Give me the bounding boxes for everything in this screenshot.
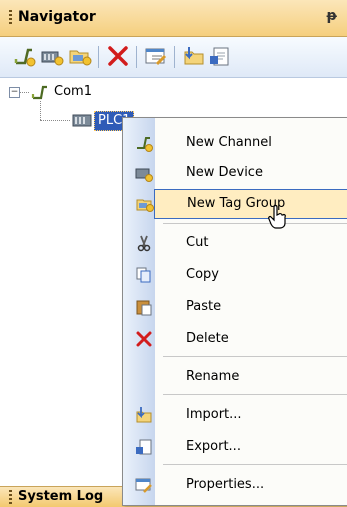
- menu-separator: [163, 394, 347, 395]
- menu-separator: [163, 464, 347, 465]
- menu-item-export[interactable]: Export...: [123, 432, 347, 462]
- menu-item-label: Export...: [186, 439, 241, 454]
- menu-item-new-channel[interactable]: New Channel: [123, 128, 347, 158]
- delete-icon[interactable]: [106, 44, 130, 68]
- new-tag-group-icon: [136, 199, 154, 212]
- toolbar-separator: [174, 46, 175, 68]
- menu-item-import[interactable]: Import...: [123, 400, 347, 430]
- new-channel-icon: [137, 137, 153, 152]
- panel-title: Navigator: [18, 9, 96, 25]
- import-icon[interactable]: [182, 44, 206, 68]
- tree-line: [20, 92, 29, 93]
- drag-grip[interactable]: [9, 490, 12, 504]
- menu-item-copy[interactable]: Copy: [123, 260, 347, 290]
- menu-item-paste[interactable]: Paste: [123, 292, 347, 322]
- tree-node-channel[interactable]: Com1: [54, 84, 92, 99]
- menu-item-cut[interactable]: Cut: [123, 228, 347, 258]
- collapse-toggle[interactable]: −: [9, 87, 20, 98]
- device-icon: [72, 114, 92, 127]
- menu-item-new-tag-group[interactable]: New Tag Group: [136, 189, 347, 219]
- export-icon[interactable]: [208, 44, 232, 68]
- new-tag-group-icon[interactable]: [68, 44, 92, 68]
- copy-icon: [136, 267, 151, 283]
- menu-item-label: Cut: [186, 235, 209, 250]
- cut-icon: [137, 235, 151, 252]
- menu-item-rename[interactable]: Rename: [123, 362, 347, 392]
- system-log-title: System Log: [18, 489, 104, 504]
- menu-item-label: Paste: [186, 299, 222, 314]
- navigator-header: Navigator ᵽ: [0, 0, 347, 37]
- menu-item-properties[interactable]: Properties...: [123, 470, 347, 500]
- menu-item-label: Import...: [186, 407, 242, 422]
- context-menu: New Channel New Device New Tag Group Cut…: [122, 117, 347, 506]
- pin-icon[interactable]: ᵽ: [327, 8, 337, 24]
- delete-icon: [136, 331, 152, 347]
- new-device-icon: [135, 168, 153, 182]
- toolbar: [0, 37, 347, 78]
- menu-item-label: Copy: [186, 267, 219, 282]
- new-channel-icon[interactable]: [12, 44, 36, 68]
- navigator-panel: Navigator ᵽ − Com1 PLC1 System Log New C…: [0, 0, 347, 507]
- toolbar-separator: [136, 46, 137, 68]
- channel-icon: [31, 85, 47, 100]
- drag-grip[interactable]: [9, 10, 12, 26]
- menu-item-label: New Device: [186, 165, 263, 180]
- menu-item-new-device[interactable]: New Device: [123, 158, 347, 188]
- menu-item-delete[interactable]: Delete: [123, 324, 347, 354]
- menu-item-label: Delete: [186, 331, 229, 346]
- hand-cursor-icon: [268, 205, 286, 229]
- tree-line: [40, 101, 41, 120]
- new-device-icon[interactable]: [40, 44, 64, 68]
- menu-separator: [163, 223, 347, 224]
- paste-icon: [136, 300, 152, 316]
- import-icon: [136, 407, 152, 423]
- tree-line: [40, 120, 70, 121]
- menu-separator: [163, 356, 347, 357]
- export-icon: [136, 439, 152, 455]
- menu-item-label: Properties...: [186, 477, 265, 492]
- properties-icon[interactable]: [144, 44, 168, 68]
- menu-item-label: Rename: [186, 369, 240, 384]
- toolbar-separator: [98, 46, 99, 68]
- menu-item-label: New Channel: [186, 135, 272, 150]
- properties-icon: [135, 478, 152, 493]
